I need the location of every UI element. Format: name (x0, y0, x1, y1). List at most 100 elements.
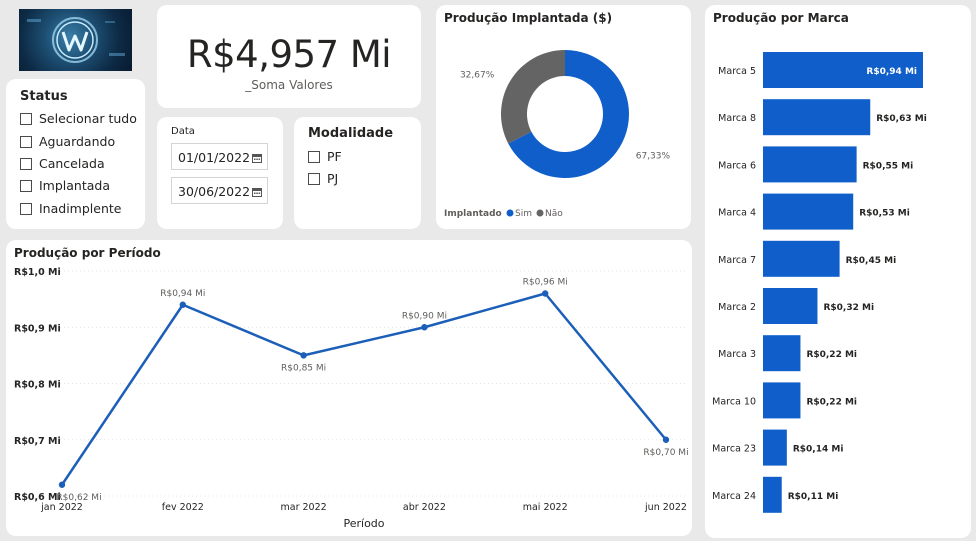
data-label: R$0,70 Mi (643, 448, 688, 458)
legend-marker (506, 209, 514, 217)
bar-data-label: R$0,14 Mi (793, 445, 844, 455)
data-label: R$0,90 Mi (402, 311, 447, 321)
bar-category-label: Marca 7 (718, 255, 756, 266)
bar-category-label: Marca 24 (712, 491, 756, 502)
bar-data-label: R$0,22 Mi (806, 350, 857, 360)
bar-data-label: R$0,32 Mi (823, 303, 874, 313)
x-tick-label: jun 2022 (644, 502, 687, 513)
line-chart: R$0,6 MiR$0,7 MiR$0,8 MiR$0,9 MiR$1,0 Mi… (14, 267, 689, 530)
bar (763, 429, 787, 466)
bar-category-label: Marca 3 (718, 349, 756, 360)
bar-category-label: Marca 2 (718, 302, 756, 313)
data-label: R$0,62 Mi (56, 493, 101, 503)
status-option-implantada[interactable]: Implantada (20, 178, 110, 193)
x-tick-label: fev 2022 (162, 502, 204, 513)
data-label: R$0,85 Mi (281, 363, 326, 373)
status-slicer: Status Selecionar tudo Aguardando Cancel… (6, 79, 145, 229)
data-point (542, 290, 549, 297)
modalidade-slicer: Modalidade PF PJ (294, 117, 421, 229)
checkbox[interactable] (20, 135, 32, 148)
bar-data-label: R$0,94 Mi (866, 67, 917, 77)
end-date-value: 30/06/2022 (178, 184, 251, 199)
bar-data-label: R$0,22 Mi (806, 397, 857, 407)
status-option-label: Selecionar tudo (39, 111, 137, 126)
status-option-inadimplente[interactable]: Inadimplente (20, 201, 121, 216)
bar-data-label: R$0,55 Mi (863, 161, 914, 171)
status-option-aguardando[interactable]: Aguardando (20, 134, 115, 149)
bar (763, 240, 840, 277)
date-slicer: Data 01/01/2022 30/06/2022 (157, 117, 283, 229)
donut-legend-item: Sim (515, 209, 532, 219)
data-point (179, 301, 186, 308)
bar (763, 288, 818, 324)
donut-slice-no (501, 50, 565, 144)
x-tick-label: jan 2022 (40, 502, 83, 513)
start-date-input[interactable]: 01/01/2022 (171, 143, 268, 170)
status-option-label: Implantada (39, 178, 111, 193)
checkbox[interactable] (308, 150, 320, 163)
date-slicer-label: Data (171, 126, 195, 137)
y-tick-label: R$1,0 Mi (14, 267, 61, 278)
x-tick-label: abr 2022 (403, 502, 446, 513)
x-axis-title: Período (343, 517, 384, 530)
start-date-value: 01/01/2022 (178, 150, 251, 165)
calendar-icon[interactable] (252, 151, 262, 166)
bar (763, 476, 782, 513)
status-option-select-all[interactable]: Selecionar tudo (20, 111, 137, 126)
modalidade-option-label: PJ (327, 171, 339, 186)
bar-chart: Marca 5 R$0,94 Mi Marca 8 R$0,63 Mi Marca 6 R… (712, 52, 927, 513)
donut-legend-title: Implantado (444, 209, 502, 219)
x-tick-label: mar 2022 (281, 502, 327, 513)
data-label: R$0,94 Mi (160, 289, 205, 299)
kpi-card: R$4,957 Mi _Soma Valores (157, 5, 421, 108)
bar-data-label: R$0,53 Mi (859, 209, 910, 219)
line-chart-card: Produção por Período R$0,6 Mi R$0,7 Mi R$0… (6, 240, 692, 536)
status-option-label: Inadimplente (39, 201, 122, 216)
modalidade-slicer-title: Modalidade (308, 126, 394, 141)
donut-data-label: 32,67% (460, 71, 495, 81)
bar-chart-card: Produção por Marca Marca 5 R$0,94 Mi Marca… (705, 5, 971, 538)
status-option-label: Aguardando (39, 134, 116, 149)
bar (763, 382, 801, 419)
bar (763, 193, 854, 230)
end-date-input[interactable]: 30/06/2022 (171, 177, 268, 204)
data-point (662, 436, 670, 443)
checkbox[interactable] (308, 172, 320, 185)
status-option-label: Cancelada (39, 156, 105, 171)
modalidade-option-pf[interactable]: PF (308, 149, 342, 164)
bar-category-label: Marca 8 (718, 113, 756, 124)
checkbox[interactable] (20, 112, 32, 125)
bar-category-label: Marca 6 (718, 160, 756, 171)
legend-marker (536, 209, 544, 217)
modalidade-option-pj[interactable]: PJ (308, 171, 338, 186)
bar-data-label: R$0,11 Mi (788, 492, 839, 502)
bar-category-label: Marca 10 (712, 396, 756, 407)
donut-data-label: 67,33% (636, 151, 671, 161)
checkbox[interactable] (20, 179, 32, 192)
data-point (300, 352, 307, 359)
checkbox[interactable] (20, 157, 32, 170)
data-label: R$0,96 Mi (523, 278, 568, 288)
bar (763, 335, 801, 372)
y-tick-label: R$0,8 Mi (14, 380, 61, 391)
checkbox[interactable] (20, 202, 32, 215)
status-option-cancelada[interactable]: Cancelada (20, 156, 105, 171)
bar-category-label: Marca 5 (718, 66, 756, 77)
bar-data-label: R$0,45 Mi (846, 256, 897, 266)
donut-chart-card: Produção Implantada ($) 67,33% 32,67% Impl… (436, 5, 691, 229)
bar-data-label: R$0,63 Mi (876, 114, 927, 124)
line-series (60, 292, 667, 486)
data-point (58, 481, 66, 488)
y-tick-label: R$0,9 Mi (14, 323, 61, 334)
donut-legend-item: Não (545, 209, 563, 219)
modalidade-option-label: PF (327, 149, 342, 164)
x-tick-label: mai 2022 (523, 502, 568, 513)
status-slicer-title: Status (20, 89, 68, 104)
bar-category-label: Marca 23 (712, 444, 756, 455)
bar (763, 146, 857, 183)
kpi-label: _Soma Valores (245, 78, 333, 92)
data-point (421, 324, 428, 331)
bar (763, 99, 871, 136)
calendar-icon[interactable] (252, 185, 262, 200)
kpi-value: R$4,957 Mi (186, 33, 392, 76)
